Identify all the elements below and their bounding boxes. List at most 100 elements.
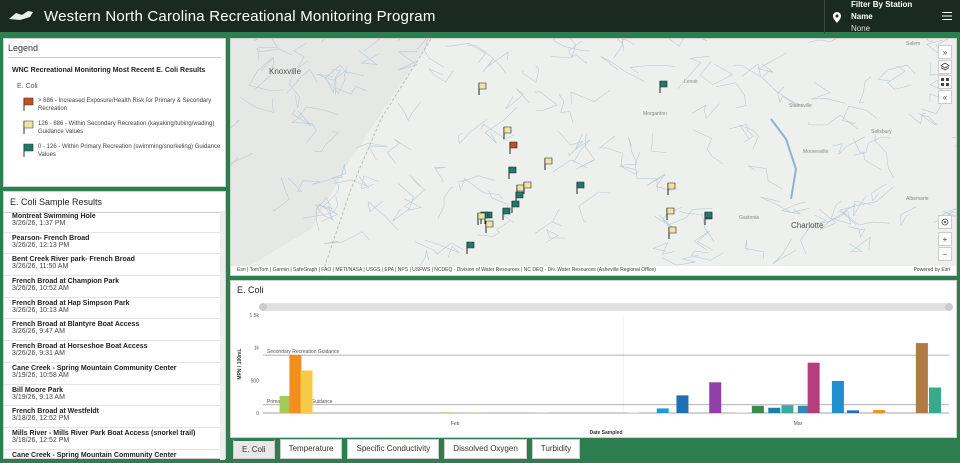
sample-station-name: Montreat Swimming Hole — [12, 213, 96, 220]
sample-row[interactable]: Cane Creek - Spring Mountain Community C… — [4, 363, 222, 385]
sample-row[interactable]: Montreat Swimming Hole 3/26/26, 1:37 PM — [4, 211, 222, 233]
sample-row[interactable]: French Broad at Westfeldt 3/18/26, 12:52 … — [4, 406, 222, 428]
chart-bar[interactable] — [915, 343, 928, 413]
chart-bar[interactable] — [676, 395, 689, 413]
flag-red-icon — [23, 97, 34, 111]
sample-row[interactable]: Mills River - Mills River Park Boat Acce… — [4, 428, 222, 450]
city-label: Lenoir — [684, 79, 698, 85]
time-slider-track[interactable] — [263, 303, 949, 311]
sample-row[interactable]: Bill Moore Park 3/19/26, 9:13 AM — [4, 385, 222, 407]
sample-results-list[interactable]: Montreat Swimming Hole 3/26/26, 1:37 PM Pe… — [4, 211, 222, 460]
map-view[interactable]: Knoxville Charlotte Morganton Statesvill… — [230, 38, 957, 276]
tab-e-coli[interactable]: E. Coli — [233, 439, 275, 459]
sample-date: 3/26/26, 9:47 AM — [12, 328, 65, 336]
city-label: Salisbury — [871, 129, 892, 135]
legend-item-label: > 886 - Increased Exposure/Health Risk f… — [38, 98, 212, 112]
sample-station-name: Cane Creek - Spring Mountain Community C… — [12, 364, 177, 372]
menu-icon[interactable] — [940, 9, 954, 23]
chart-bar[interactable] — [627, 412, 640, 413]
sample-row[interactable]: French Broad at Horseshoe Boat Access 3/2… — [4, 341, 222, 363]
y-axis-label: MPN / 100mL — [237, 348, 243, 379]
ecoli-chart[interactable]: 0 500 1k 1.5k Feb Mar Secondary Recreation Gui… — [231, 299, 956, 437]
chart-bar[interactable] — [847, 410, 859, 413]
sample-date: 3/19/26, 9:13 AM — [12, 393, 65, 401]
legend-item-label: 126 - 886 - Within Secondary Recreation … — [38, 121, 215, 135]
sample-date: 3/26/26, 10:52 AM — [12, 285, 69, 293]
filter-value: None — [850, 24, 871, 33]
chart-bar[interactable] — [781, 405, 794, 413]
city-label-charlotte: Charlotte — [791, 221, 824, 230]
legend-layer-name: E. Coli — [17, 83, 38, 90]
chart-bar[interactable] — [929, 387, 941, 413]
app-header: Western North Carolina Recreational Moni… — [0, 0, 960, 34]
y-tick-label: 500 — [251, 378, 260, 384]
chart-bar[interactable] — [300, 370, 313, 413]
sample-row[interactable]: French Broad at Hap Simpson Park 3/26/26,… — [4, 298, 222, 320]
reference-line-label: Secondary Recreation Guidance — [267, 349, 339, 355]
chart-bar[interactable] — [768, 407, 781, 413]
chart-panel: E. Coli 0 500 1k 1.5k Feb Mar Secondary Recrea… — [230, 280, 957, 438]
chart-bar[interactable] — [289, 354, 302, 413]
chart-bar[interactable] — [469, 412, 482, 413]
tab-dissolved-oxygen[interactable]: Dissolved Oxygen — [444, 439, 527, 459]
chart-bar[interactable] — [709, 382, 722, 413]
layers-icon — [940, 62, 950, 71]
filter-by-station[interactable]: Filter By Station Name None — [824, 0, 936, 34]
tab-specific-conductivity[interactable]: Specific Conductivity — [347, 439, 440, 459]
chart-bar[interactable] — [807, 362, 820, 413]
city-label: Statesville — [789, 103, 812, 109]
sample-row[interactable]: Pearson- French Broad 3/26/26, 12:13 PM — [4, 233, 222, 255]
chart-bar[interactable] — [735, 412, 748, 413]
chart-bar[interactable] — [831, 380, 844, 413]
sample-row[interactable]: French Broad at Blantyre Boat Access 3/26… — [4, 319, 222, 342]
city-label: Salem — [906, 41, 921, 47]
sample-date: 3/19/26, 10:58 AM — [12, 371, 69, 379]
sample-station-name: French Broad at Hap Simpson Park — [12, 299, 130, 307]
sample-row[interactable]: French Broad at Champion Park 3/26/26, 10… — [4, 276, 222, 298]
locate-button[interactable] — [938, 215, 952, 229]
zoom-out-button[interactable]: − — [938, 247, 952, 261]
app-title: Western North Carolina Recreational Moni… — [44, 7, 436, 25]
nc-logo-icon — [9, 11, 33, 20]
sample-row[interactable]: Cane Creek - Spring Mountain Community C… — [4, 450, 222, 460]
list-scrollbar[interactable] — [220, 211, 225, 460]
tab-temperature[interactable]: Temperature — [279, 439, 343, 459]
chart-bar[interactable] — [751, 405, 764, 413]
map-attribution: Esri | TomTom | Garmin | SafeGraph | FAO… — [231, 266, 956, 275]
legend-panel: Legend WNC Recreational Monitoring Most … — [3, 38, 226, 187]
time-slider-handle-start[interactable] — [259, 303, 267, 311]
flag-green-icon — [23, 143, 34, 157]
sample-results-panel: E. Coli Sample Results Montreat Swimming… — [3, 191, 226, 460]
sample-row[interactable]: Bent Creek River park- French Broad 3/26/… — [4, 254, 222, 277]
expand-map-button[interactable]: » — [938, 45, 952, 59]
city-label: Albemarle — [906, 196, 929, 202]
filter-title: Filter By Station Name — [850, 0, 913, 21]
sample-station-name: Pearson- French Broad — [12, 234, 90, 242]
collapse-map-button[interactable]: « — [938, 90, 952, 104]
zoom-in-button[interactable]: + — [938, 232, 952, 246]
basemap-button[interactable] — [938, 75, 952, 89]
y-tick-label: 0 — [256, 411, 259, 417]
sample-station-name: French Broad at Champion Park — [12, 278, 119, 286]
sample-date: 3/18/26, 12:52 PM — [12, 436, 70, 444]
chart-bar[interactable] — [656, 408, 669, 413]
location-pin-icon — [833, 11, 841, 23]
legend-item-label: 0 - 126 - Within Primary Recreation (swi… — [38, 144, 221, 158]
sample-station-name: Bill Moore Park — [12, 386, 63, 394]
chart-bar[interactable] — [440, 412, 453, 413]
tab-turbidity[interactable]: Turbidity — [531, 439, 581, 459]
legend-item-high: > 886 - Increased Exposure/Health Risk f… — [22, 97, 221, 113]
powered-by-esri: Powered by Esri — [913, 267, 950, 273]
sample-results-heading: E. Coli Sample Results — [4, 192, 225, 213]
sample-date: 3/26/26, 12:13 PM — [12, 241, 70, 249]
y-tick-label: 1k — [254, 346, 260, 352]
flag-yellow-icon — [23, 120, 34, 134]
layers-button[interactable] — [938, 60, 952, 74]
x-axis-label: Date Sampled — [589, 430, 622, 436]
sample-station-name: Bent Creek River park- French Broad — [12, 256, 135, 264]
city-label-knoxville: Knoxville — [269, 67, 302, 76]
time-slider-handle-end[interactable] — [945, 303, 953, 311]
sample-station-name: French Broad at Horseshoe Boat Access — [12, 343, 148, 351]
chart-bar[interactable] — [873, 410, 886, 413]
map-basemap[interactable] — [231, 39, 957, 276]
